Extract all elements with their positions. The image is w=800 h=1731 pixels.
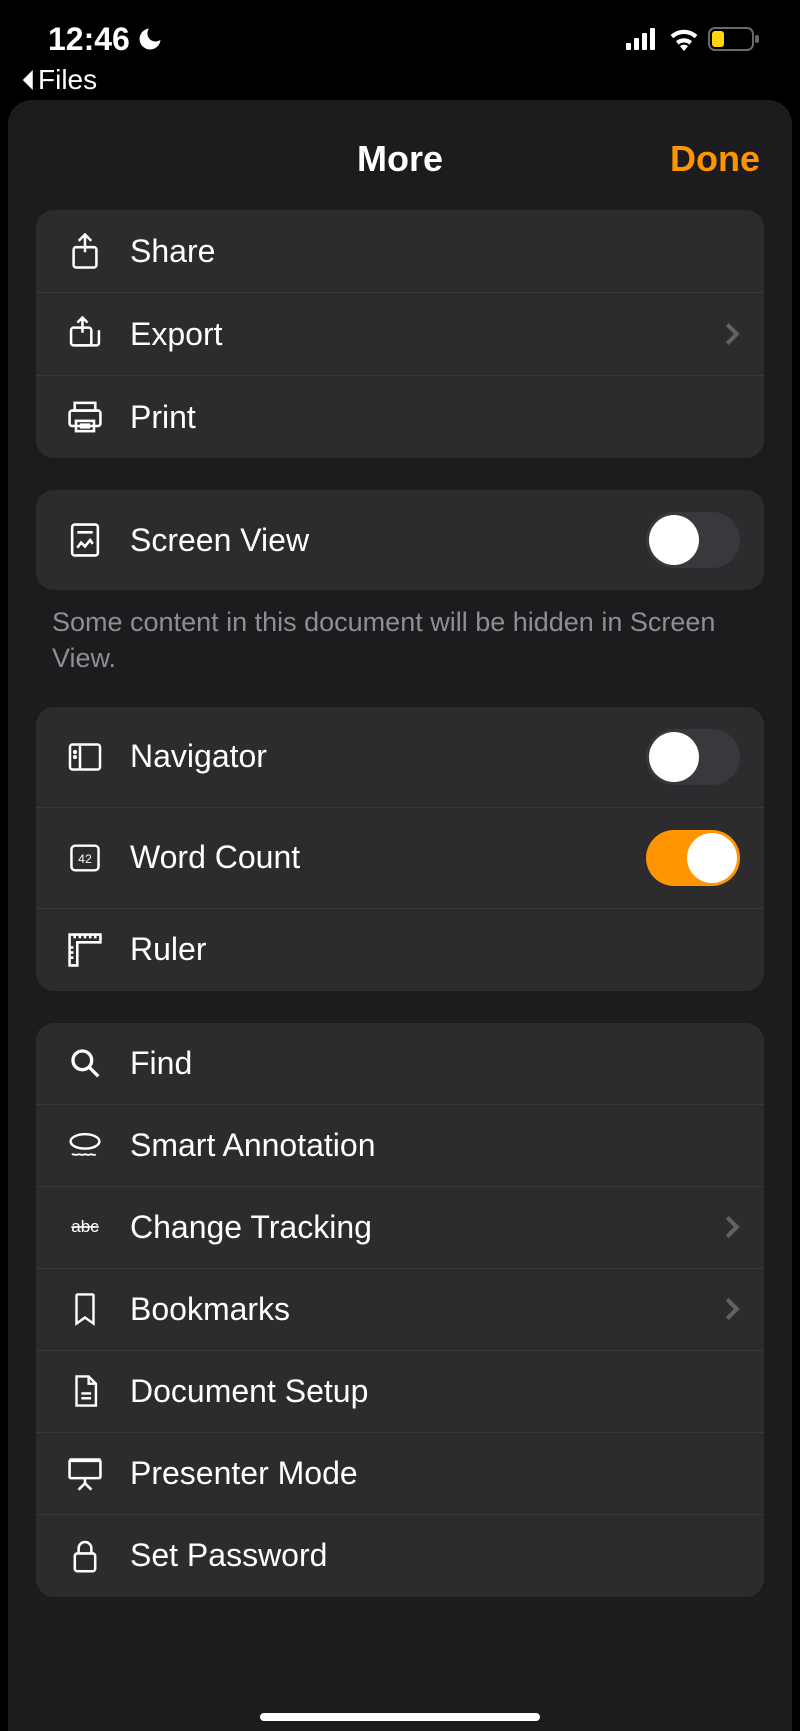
- svg-text:abc: abc: [71, 1217, 99, 1236]
- ruler-label: Ruler: [130, 931, 740, 968]
- document-setup-label: Document Setup: [130, 1373, 740, 1410]
- moon-icon: [136, 25, 164, 53]
- export-label: Export: [130, 316, 724, 353]
- share-icon: [60, 232, 110, 270]
- sheet-header: More Done: [8, 120, 792, 210]
- export-icon: [60, 315, 110, 353]
- status-time: 12:46: [48, 21, 130, 58]
- document-icon: [60, 1374, 110, 1408]
- ruler-icon: [60, 932, 110, 968]
- lock-icon: [60, 1538, 110, 1574]
- document-setup-row[interactable]: Document Setup: [36, 1351, 764, 1433]
- screen-view-toggle[interactable]: [646, 512, 740, 568]
- status-time-area: 12:46: [48, 21, 164, 58]
- back-label: Files: [38, 64, 97, 96]
- word-count-icon: 42: [60, 843, 110, 873]
- toggle-knob: [649, 515, 699, 565]
- bookmark-icon: [60, 1292, 110, 1326]
- word-count-toggle[interactable]: [646, 830, 740, 886]
- presenter-mode-label: Presenter Mode: [130, 1455, 740, 1492]
- print-label: Print: [130, 399, 740, 436]
- change-tracking-row[interactable]: abc Change Tracking: [36, 1187, 764, 1269]
- navigator-row[interactable]: Navigator: [36, 707, 764, 808]
- toggle-knob: [649, 732, 699, 782]
- svg-text:42: 42: [78, 852, 92, 866]
- share-row[interactable]: Share: [36, 210, 764, 293]
- find-label: Find: [130, 1045, 740, 1082]
- navigator-toggle[interactable]: [646, 729, 740, 785]
- back-link-files[interactable]: Files: [0, 64, 800, 96]
- export-row[interactable]: Export: [36, 293, 764, 376]
- smart-annotation-row[interactable]: Smart Annotation: [36, 1105, 764, 1187]
- home-indicator[interactable]: [260, 1713, 540, 1721]
- set-password-label: Set Password: [130, 1537, 740, 1574]
- done-button[interactable]: Done: [670, 138, 760, 180]
- word-count-label: Word Count: [130, 839, 646, 876]
- navigator-label: Navigator: [130, 738, 646, 775]
- back-chevron-icon: [22, 70, 36, 90]
- screen-view-label: Screen View: [130, 522, 646, 559]
- presenter-icon: [60, 1455, 110, 1491]
- bookmarks-label: Bookmarks: [130, 1291, 724, 1328]
- status-indicators: [626, 27, 760, 51]
- screen-view-row[interactable]: Screen View: [36, 490, 764, 590]
- print-icon: [60, 400, 110, 434]
- word-count-row[interactable]: 42 Word Count: [36, 808, 764, 909]
- group-actions: Share Export Print: [36, 210, 764, 458]
- change-tracking-icon: abc: [60, 1215, 110, 1239]
- find-row[interactable]: Find: [36, 1023, 764, 1105]
- share-label: Share: [130, 233, 740, 270]
- cellular-icon: [626, 28, 660, 50]
- search-icon: [60, 1047, 110, 1079]
- chevron-right-icon: [724, 1296, 740, 1322]
- change-tracking-label: Change Tracking: [130, 1209, 724, 1246]
- smart-annotation-label: Smart Annotation: [130, 1127, 740, 1164]
- chevron-right-icon: [724, 321, 740, 347]
- battery-icon: [708, 27, 760, 51]
- print-row[interactable]: Print: [36, 376, 764, 458]
- group-view-options: Navigator 42 Word Count Ruler: [36, 707, 764, 991]
- more-sheet: More Done Share Export Print: [8, 100, 792, 1731]
- presenter-mode-row[interactable]: Presenter Mode: [36, 1433, 764, 1515]
- bookmarks-row[interactable]: Bookmarks: [36, 1269, 764, 1351]
- toggle-knob: [687, 833, 737, 883]
- status-bar: 12:46: [0, 0, 800, 60]
- screen-view-icon: [60, 522, 110, 558]
- group-screen-view: Screen View: [36, 490, 764, 590]
- group-tools: Find Smart Annotation abc Change Trackin…: [36, 1023, 764, 1597]
- ruler-row[interactable]: Ruler: [36, 909, 764, 991]
- sheet-title: More: [357, 138, 443, 180]
- smart-annotation-icon: [60, 1131, 110, 1159]
- navigator-icon: [60, 742, 110, 772]
- chevron-right-icon: [724, 1214, 740, 1240]
- set-password-row[interactable]: Set Password: [36, 1515, 764, 1597]
- wifi-icon: [668, 27, 700, 51]
- screen-view-description: Some content in this document will be hi…: [52, 604, 748, 677]
